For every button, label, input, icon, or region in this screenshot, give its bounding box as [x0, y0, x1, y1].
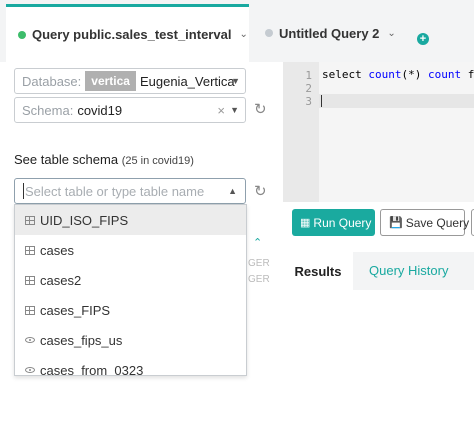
run-query-button[interactable]: ▦ Run Query: [292, 209, 375, 236]
view-icon: [25, 337, 35, 343]
code-line-1: select count(*) count fr: [322, 68, 474, 81]
table-name: cases2: [40, 272, 82, 288]
tab-label: Untitled Query 2: [279, 25, 380, 41]
database-select[interactable]: Database: vertica Eugenia_Vertica ▼: [14, 68, 246, 94]
save-query-button[interactable]: 💾 Save Query: [380, 209, 469, 236]
tab-label: Query public.sales_test_interval: [32, 27, 232, 42]
table-icon: [25, 245, 35, 255]
active-line-highlight: [319, 94, 474, 108]
schema-select[interactable]: Schema: covid19 × ▼: [14, 97, 246, 123]
list-item[interactable]: cases_from_0323: [15, 355, 246, 376]
sql-alias: count: [428, 68, 462, 81]
status-dot-icon: [18, 30, 26, 39]
chevron-down-icon[interactable]: ⌄: [239, 29, 247, 40]
refresh-schema-icon[interactable]: ↻: [254, 100, 267, 118]
run-query-label: Run Query: [313, 215, 372, 230]
chevron-down-icon[interactable]: ▼: [231, 76, 240, 86]
table-search-placeholder: Select table or type table name: [25, 183, 205, 199]
table-count: (25 in covid19): [121, 155, 194, 167]
line-number-gutter: 1 2 3: [283, 62, 319, 202]
table-icon: [25, 305, 35, 315]
chevron-up-icon[interactable]: ▲: [228, 186, 237, 196]
chevron-down-icon[interactable]: ⌄: [387, 28, 395, 39]
table-name: cases_from_0323: [40, 362, 144, 376]
table-dropdown-list: UID_ISO_FIPS cases cases2 cases_FIPS cas…: [14, 204, 247, 376]
table-name: cases_FIPS: [40, 302, 111, 318]
list-item[interactable]: cases_FIPS: [15, 295, 246, 325]
editor-cursor: [321, 95, 322, 107]
chevron-up-icon[interactable]: ⌃: [253, 236, 262, 249]
sql-function-count: count: [368, 68, 402, 81]
table-name: cases: [40, 242, 74, 258]
tab-untitled-query-2[interactable]: Untitled Query 2 ⌄: [249, 4, 409, 62]
chevron-down-icon[interactable]: ▼: [230, 105, 239, 115]
sql-args: (*): [401, 68, 422, 81]
save-query-label: Save Query: [405, 215, 470, 230]
list-item[interactable]: UID_ISO_FIPS: [15, 205, 246, 235]
column-type-label: GER: [248, 258, 270, 269]
table-search-input[interactable]: Select table or type table name ▲: [14, 178, 246, 204]
list-item[interactable]: cases2: [15, 265, 246, 295]
add-tab-icon[interactable]: +: [417, 33, 429, 45]
tab-results[interactable]: Results: [283, 252, 353, 290]
query-tab-bar: Query public.sales_test_interval ⌄ Untit…: [0, 0, 474, 62]
sql-keyword-select: select: [322, 68, 362, 81]
database-value: Eugenia_Vertica: [139, 73, 235, 89]
save-icon: 💾: [389, 217, 403, 229]
refresh-tables-icon[interactable]: ↻: [254, 182, 267, 200]
list-item[interactable]: cases_fips_us: [15, 325, 246, 355]
tab-query-sales-test-interval[interactable]: Query public.sales_test_interval ⌄: [6, 4, 249, 62]
table-icon: [25, 215, 35, 225]
table-icon: [25, 275, 35, 285]
line-number: 1: [305, 69, 312, 82]
column-type-label: GER: [248, 274, 270, 285]
tab-query-history[interactable]: Query History: [369, 263, 448, 278]
text-cursor: [23, 183, 24, 199]
view-icon: [25, 367, 35, 373]
schema-label: Schema:: [22, 102, 74, 118]
table-icon: ▦: [300, 217, 311, 229]
sql-keyword-from: fr: [467, 68, 474, 81]
line-number: 2: [305, 82, 312, 95]
table-schema-title: See table schema: [14, 152, 119, 167]
status-dot-icon: [265, 29, 273, 37]
database-engine-badge: vertica: [85, 71, 136, 91]
schema-value: covid19: [77, 102, 123, 118]
result-tab-bar: Results Query History: [283, 252, 474, 290]
list-item[interactable]: cases: [15, 235, 246, 265]
sql-editor[interactable]: 1 2 3 select count(*) count fr: [283, 62, 474, 202]
table-name: cases_fips_us: [40, 332, 123, 348]
clear-icon[interactable]: ×: [217, 103, 225, 118]
line-number: 3: [305, 95, 312, 108]
table-schema-heading: See table schema (25 in covid19): [14, 152, 194, 167]
table-name: UID_ISO_FIPS: [40, 212, 129, 228]
database-label: Database:: [22, 73, 82, 89]
